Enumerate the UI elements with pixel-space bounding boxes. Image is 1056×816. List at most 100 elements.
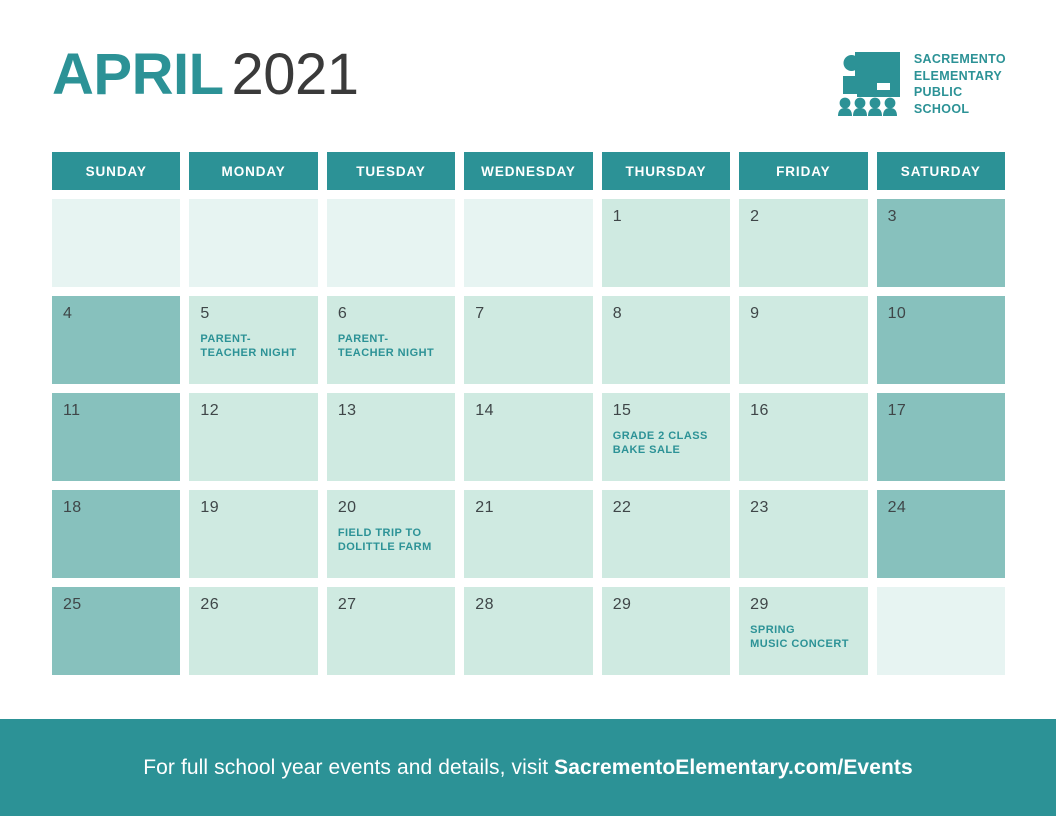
day-cell-16[interactable]: 16 xyxy=(739,393,868,481)
weekday-header-sunday: SUNDAY xyxy=(52,152,181,190)
calendar-weeks: 1 2 3 4 5 PARENT- TEACHER NIGHT 6 PARENT- TEACH… xyxy=(52,199,1005,675)
day-number: 7 xyxy=(475,305,485,322)
day-cell-empty[interactable] xyxy=(52,199,181,287)
calendar-grid: SUNDAY MONDAY TUESDAY WEDNESDAY THURSDAY FRID… xyxy=(52,152,1005,684)
weekday-header-monday: MONDAY xyxy=(189,152,318,190)
day-cell-2[interactable]: 2 xyxy=(739,199,868,287)
classroom-teacher-icon xyxy=(837,52,900,116)
day-number: 2 xyxy=(750,208,760,225)
brand-lockup: SACREMENTO ELEMENTARY PUBLIC SCHOOL xyxy=(836,50,1006,117)
page-title: APRIL 2021 xyxy=(52,46,359,104)
day-number: 6 xyxy=(337,305,348,322)
day-cell-21[interactable]: 21 xyxy=(464,490,593,578)
day-number: 22 xyxy=(612,499,632,516)
weekday-header-friday: FRIDAY xyxy=(739,152,868,190)
calendar-week-row: 25 26 27 28 29 29 SPRING MUSIC CONCERT xyxy=(52,587,1005,675)
day-cell-25[interactable]: 25 xyxy=(52,587,181,675)
day-cell-9[interactable]: 9 xyxy=(739,296,868,384)
title-month: APRIL xyxy=(52,42,224,107)
day-cell-28[interactable]: 28 xyxy=(464,587,593,675)
weekday-header-wednesday: WEDNESDAY xyxy=(464,152,593,190)
page-header: APRIL 2021 SACREMENTO ELEMENTARY PUBLIC … xyxy=(0,0,1056,140)
day-cell-22[interactable]: 22 xyxy=(601,490,731,578)
day-cell-14[interactable]: 14 xyxy=(464,393,593,481)
day-cell-empty[interactable] xyxy=(326,199,456,287)
day-cell-8[interactable]: 8 xyxy=(601,296,731,384)
day-cell-29[interactable]: 29 SPRING MUSIC CONCERT xyxy=(739,587,868,675)
day-cell-empty[interactable] xyxy=(876,587,1005,675)
day-number: 28 xyxy=(475,596,494,613)
day-number: 9 xyxy=(750,305,760,322)
day-number: 12 xyxy=(200,402,220,419)
calendar-week-row: 4 5 PARENT- TEACHER NIGHT 6 PARENT- TEACHER … xyxy=(52,296,1005,384)
day-cell-12[interactable]: 12 xyxy=(189,393,318,481)
weekday-header-row: SUNDAY MONDAY TUESDAY WEDNESDAY THURSDAY FRID… xyxy=(52,152,1005,190)
day-cell-1[interactable]: 1 xyxy=(601,199,731,287)
day-cell-26[interactable]: 26 xyxy=(189,587,318,675)
day-cell-20[interactable]: 20 FIELD TRIP TO DOLITTLE FARM xyxy=(326,490,456,578)
day-number: 25 xyxy=(63,596,82,613)
brand-name: SACREMENTO ELEMENTARY PUBLIC SCHOOL xyxy=(914,50,1006,117)
day-number: 18 xyxy=(63,499,82,516)
day-cell-7[interactable]: 7 xyxy=(464,296,593,384)
brand-line-1: SACREMENTO xyxy=(913,52,1006,66)
day-number: 29 xyxy=(612,596,632,613)
day-event-label: GRADE 2 CLASS BAKE SALE xyxy=(612,430,708,457)
day-cell-18[interactable]: 18 xyxy=(52,490,181,578)
day-cell-4[interactable]: 4 xyxy=(52,296,181,384)
brand-line-4: SCHOOL xyxy=(913,101,970,116)
day-number: 13 xyxy=(337,402,357,419)
day-cell-6[interactable]: 6 PARENT- TEACHER NIGHT xyxy=(326,296,456,384)
day-cell-15[interactable]: 15 GRADE 2 CLASS BAKE SALE xyxy=(601,393,731,481)
weekday-header-saturday: SATURDAY xyxy=(876,152,1005,190)
day-cell-27[interactable]: 27 xyxy=(326,587,456,675)
day-number: 4 xyxy=(63,305,73,322)
day-cell-19[interactable]: 19 xyxy=(189,490,318,578)
brand-line-3: PUBLIC xyxy=(913,85,963,99)
day-event-label: SPRING MUSIC CONCERT xyxy=(750,624,849,651)
day-cell-13[interactable]: 13 xyxy=(326,393,456,481)
day-event-label: PARENT- TEACHER NIGHT xyxy=(200,333,297,360)
day-number: 10 xyxy=(887,305,907,322)
day-cell-24[interactable]: 24 xyxy=(876,490,1005,578)
day-number: 20 xyxy=(337,499,357,516)
day-number: 24 xyxy=(887,499,907,516)
day-cell-empty[interactable] xyxy=(189,199,318,287)
day-number: 3 xyxy=(887,208,897,225)
calendar-week-row: 11 12 13 14 15 GRADE 2 CLASS BAKE SALE 16 17 xyxy=(52,393,1005,481)
title-year: 2021 xyxy=(231,42,360,107)
brand-line-2: ELEMENTARY xyxy=(913,68,1003,83)
day-number: 23 xyxy=(750,499,769,516)
day-number: 29 xyxy=(750,596,769,613)
footer-text: For full school year events and details,… xyxy=(143,756,913,780)
day-number: 1 xyxy=(612,208,623,225)
day-number: 5 xyxy=(200,305,210,322)
day-number: 26 xyxy=(200,596,220,613)
day-number: 11 xyxy=(63,402,81,419)
footer-banner: For full school year events and details,… xyxy=(0,719,1056,816)
day-event-label: FIELD TRIP TO DOLITTLE FARM xyxy=(337,527,432,554)
day-cell-29[interactable]: 29 xyxy=(601,587,731,675)
day-event-label: PARENT- TEACHER NIGHT xyxy=(337,333,435,360)
day-cell-empty[interactable] xyxy=(464,199,593,287)
day-cell-5[interactable]: 5 PARENT- TEACHER NIGHT xyxy=(189,296,318,384)
day-number: 16 xyxy=(750,402,769,419)
day-cell-17[interactable]: 17 xyxy=(876,393,1005,481)
day-number: 15 xyxy=(612,402,632,419)
weekday-header-tuesday: TUESDAY xyxy=(326,152,456,190)
day-cell-3[interactable]: 3 xyxy=(876,199,1005,287)
footer-url-link[interactable]: SacrementoElementary.com/Events xyxy=(554,756,913,779)
day-number: 21 xyxy=(475,499,494,516)
calendar-week-row: 18 19 20 FIELD TRIP TO DOLITTLE FARM 21 22 23 2… xyxy=(52,490,1005,578)
day-number: 14 xyxy=(475,402,494,419)
weekday-header-thursday: THURSDAY xyxy=(601,152,731,190)
day-number: 27 xyxy=(337,596,357,613)
day-number: 8 xyxy=(612,305,623,322)
calendar-week-row: 1 2 3 xyxy=(52,199,1005,287)
day-cell-10[interactable]: 10 xyxy=(876,296,1005,384)
day-number: 17 xyxy=(887,402,907,419)
day-cell-23[interactable]: 23 xyxy=(739,490,868,578)
day-cell-11[interactable]: 11 xyxy=(52,393,181,481)
day-number: 19 xyxy=(200,499,220,516)
footer-lead-text: For full school year events and details,… xyxy=(143,755,555,779)
